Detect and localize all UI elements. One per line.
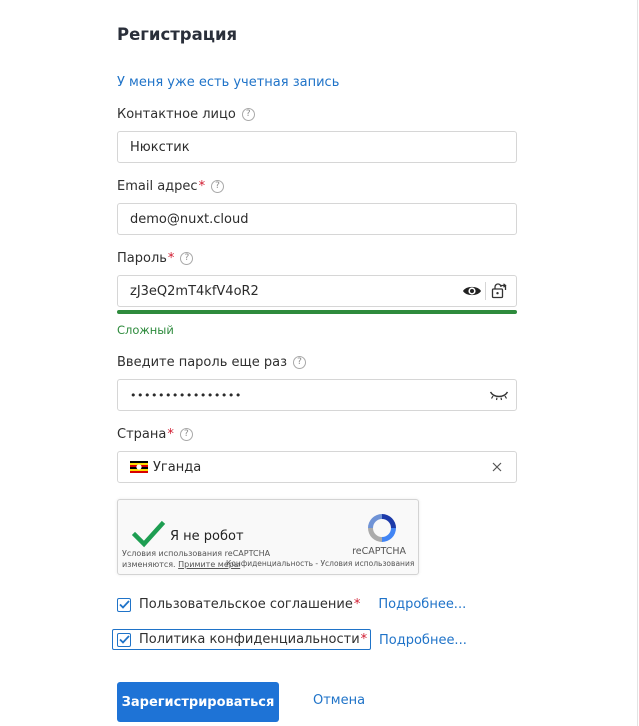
country-help-icon[interactable]: ? <box>179 428 193 441</box>
password-repeat-label-text: Введите пароль еще раз <box>117 355 287 370</box>
privacy-required-mark: * <box>360 632 368 647</box>
password-repeat-label: Введите пароль еще раз ? <box>117 355 306 370</box>
password-input[interactable]: zJ3eQ2mT4kfV4oR2 <box>117 275 517 307</box>
privacy-more-link[interactable]: Подробнее... <box>379 633 467 648</box>
terms-required-mark: * <box>353 597 361 612</box>
contact-name-input[interactable]: Нюкстик <box>117 131 517 163</box>
password-label: Пароль * ? <box>117 251 194 266</box>
show-password-eye-icon[interactable] <box>461 280 483 302</box>
email-required-mark: * <box>198 179 206 194</box>
recaptcha-privacy-terms[interactable]: Конфиденциальность - Условия использован… <box>226 559 414 568</box>
recaptcha-checkmark-icon[interactable] <box>131 520 166 550</box>
recaptcha-widget: Я не робот reCAPTCHA Условия использован… <box>117 499 419 575</box>
page-right-border <box>637 0 638 726</box>
terms-more-link[interactable]: Подробнее... <box>378 597 466 612</box>
uganda-flag-icon <box>130 461 148 473</box>
recaptcha-logo-icon <box>364 510 400 546</box>
have-account-link[interactable]: У меня уже есть учетная запись <box>117 75 339 90</box>
privacy-checkbox[interactable] <box>117 632 131 647</box>
country-value: Уганда <box>153 459 202 475</box>
email-value: demo@nuxt.cloud <box>130 211 249 227</box>
privacy-check-icon <box>118 635 130 644</box>
password-strength-bar <box>117 310 517 314</box>
contact-name-value: Нюкстик <box>130 139 190 155</box>
terms-checkbox[interactable] <box>117 597 131 612</box>
contact-label-text: Контактное лицо <box>117 107 236 122</box>
email-label: Email адрес * ? <box>117 179 225 194</box>
password-help-icon[interactable]: ? <box>180 252 194 265</box>
password-repeat-help-icon[interactable]: ? <box>293 356 306 369</box>
country-select[interactable]: Уганда <box>117 451 517 483</box>
terms-agreement-row: Пользовательское соглашение * Подробнее.… <box>117 597 466 612</box>
recaptcha-terms-line1: Условия использования reCAPTCHA <box>122 549 271 558</box>
cancel-button[interactable]: Отмена <box>313 693 365 708</box>
password-icons-divider <box>485 282 486 300</box>
password-required-mark: * <box>167 251 175 266</box>
password-repeat-value: •••••••••••••••• <box>130 388 242 402</box>
recaptcha-label: Я не робот <box>170 529 244 544</box>
clear-country-icon[interactable] <box>486 456 508 478</box>
recaptcha-terms-prefix: изменяются. <box>122 560 176 569</box>
register-button[interactable]: Зарегистрироваться <box>117 682 279 722</box>
email-label-text: Email адрес <box>117 179 198 194</box>
terms-check-icon <box>118 600 130 609</box>
privacy-agreement-row: Политика конфиденциальности * <box>112 629 372 650</box>
password-label-text: Пароль <box>117 251 167 266</box>
country-label-text: Страна <box>117 427 167 442</box>
privacy-label[interactable]: Политика конфиденциальности <box>139 632 360 647</box>
page-title: Регистрация <box>117 25 238 44</box>
country-required-mark: * <box>167 427 174 442</box>
password-value: zJ3eQ2mT4kfV4oR2 <box>130 283 259 299</box>
password-repeat-input[interactable]: •••••••••••••••• <box>117 379 517 411</box>
recaptcha-brand: reCAPTCHA <box>352 546 406 557</box>
country-label: Страна * ? <box>117 427 193 442</box>
recaptcha-terms-line2: изменяются. Примите меры <box>122 560 240 569</box>
password-strength-text: Сложный <box>117 323 174 337</box>
email-help-icon[interactable]: ? <box>211 180 225 193</box>
email-input[interactable]: demo@nuxt.cloud <box>117 203 517 235</box>
hide-password-eye-closed-icon[interactable] <box>488 384 510 406</box>
terms-label[interactable]: Пользовательское соглашение <box>139 597 353 612</box>
generate-password-icon[interactable] <box>488 280 510 302</box>
contact-help-icon[interactable]: ? <box>241 108 255 121</box>
contact-label: Контактное лицо ? <box>117 107 255 122</box>
